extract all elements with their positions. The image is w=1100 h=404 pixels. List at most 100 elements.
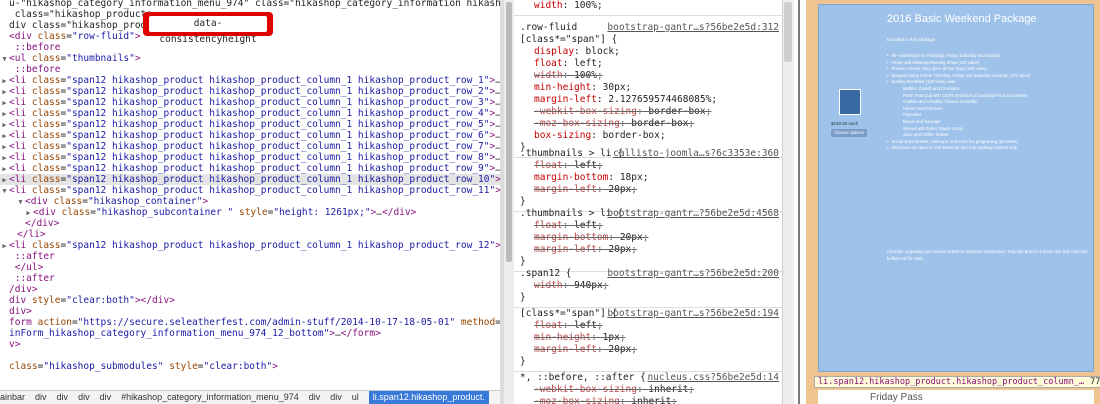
breadcrumb-item[interactable]: ul bbox=[352, 391, 359, 404]
breadcrumb-item[interactable]: div bbox=[57, 391, 69, 404]
css-selector[interactable]: .row-fluid bbox=[520, 22, 577, 34]
css-property-name[interactable]: -webkit-box-sizing bbox=[534, 106, 637, 117]
dom-node[interactable]: </li> bbox=[0, 229, 46, 240]
css-property-name[interactable]: float bbox=[534, 160, 563, 171]
dom-node[interactable]: ▶ <div class="hikashop_subcontainer " sty… bbox=[0, 207, 416, 218]
breadcrumb-item[interactable]: div bbox=[78, 391, 90, 404]
css-selector[interactable]: [class*="span"] { bbox=[520, 308, 617, 320]
dom-scrollbar-thumb[interactable] bbox=[506, 2, 512, 262]
css-property[interactable]: margin-left: 20px; bbox=[534, 184, 637, 196]
breadcrumb-item[interactable]: div bbox=[330, 391, 342, 404]
css-selector[interactable]: .span12 { bbox=[520, 268, 571, 280]
css-property[interactable]: width: 100%; bbox=[534, 0, 603, 12]
css-property-name[interactable]: margin-left bbox=[534, 344, 597, 355]
dom-node[interactable]: ▶ <li class="span12 hikashop_product hika… bbox=[0, 130, 500, 141]
dom-node[interactable]: ::after bbox=[0, 251, 55, 262]
dom-node[interactable]: ▶ <li class="span12 hikashop_product hika… bbox=[0, 75, 500, 86]
dom-node[interactable]: ::after bbox=[0, 273, 55, 284]
css-property-value[interactable]: inherit bbox=[648, 384, 688, 395]
dom-node[interactable]: </div> bbox=[0, 218, 59, 229]
css-property-value[interactable]: 20px bbox=[620, 232, 643, 243]
css-property[interactable]: margin-left: 2.127659574468085%; bbox=[534, 94, 717, 106]
css-property-value[interactable]: border-box bbox=[648, 106, 705, 117]
dom-node[interactable]: ▶ <li class="span12 hikashop_product hika… bbox=[0, 163, 500, 174]
dom-node[interactable]: div> bbox=[0, 306, 32, 317]
css-property-name[interactable]: margin-left bbox=[534, 244, 597, 255]
css-property[interactable]: -webkit-box-sizing: border-box; bbox=[534, 106, 711, 118]
css-property-value[interactable]: block bbox=[586, 46, 615, 57]
css-selector[interactable]: .thumbnails > li { bbox=[520, 148, 623, 160]
css-source-link[interactable]: nucleus.css?56be2e5d:14 bbox=[647, 372, 779, 384]
css-property-name[interactable]: float bbox=[534, 58, 563, 69]
css-property-name[interactable]: min-height bbox=[534, 82, 591, 93]
css-property-name[interactable]: width bbox=[534, 0, 563, 11]
css-property[interactable]: margin-left: 20px; bbox=[534, 244, 637, 256]
css-property-value[interactable]: 30px bbox=[603, 82, 626, 93]
dom-node[interactable]: ▶ <li class="span12 hikashop_product hika… bbox=[0, 119, 500, 130]
breadcrumb-item-active[interactable]: li.span12.hikashop_product. bbox=[368, 391, 489, 404]
dom-node[interactable]: ▶ <li class="span12 hikashop_product hika… bbox=[0, 108, 500, 119]
css-source-link[interactable]: bootstrap-gantr…s?56be2e5d:200 bbox=[607, 268, 779, 280]
dom-node[interactable]: ▶ <li class="span12 hikashop_product hika… bbox=[0, 152, 500, 163]
css-property-value[interactable]: 18px bbox=[620, 172, 643, 183]
css-property-name[interactable]: box-sizing bbox=[534, 130, 591, 141]
css-property-name[interactable]: -moz-box-sizing bbox=[534, 396, 620, 404]
css-property[interactable]: min-height: 30px; bbox=[534, 82, 631, 94]
product-thumbnail[interactable] bbox=[839, 89, 861, 115]
css-property[interactable]: box-sizing: border-box; bbox=[534, 130, 666, 142]
dom-node[interactable]: div style="clear:both"></div> bbox=[0, 295, 175, 306]
css-property[interactable]: margin-bottom: 18px; bbox=[534, 172, 648, 184]
css-property-value[interactable]: border-box bbox=[603, 130, 660, 141]
css-property-name[interactable]: width bbox=[534, 70, 563, 81]
css-property[interactable]: -webkit-box-sizing: inherit; bbox=[534, 384, 694, 396]
product-title[interactable]: 2016 Basic Weekend Package bbox=[887, 13, 1037, 25]
dom-node[interactable]: u-"hikashop_category_information_menu_97… bbox=[0, 0, 500, 9]
dom-node[interactable]: ▼ <li class="span12 hikashop_product hika… bbox=[0, 185, 500, 196]
css-property[interactable]: float: left; bbox=[534, 58, 603, 70]
dom-node[interactable]: </ul> bbox=[0, 262, 44, 273]
css-property[interactable]: width: 940px; bbox=[534, 280, 608, 292]
css-property-name[interactable]: margin-left bbox=[534, 184, 597, 195]
devtools-divider[interactable] bbox=[798, 0, 800, 404]
css-property-name[interactable]: -webkit-box-sizing bbox=[534, 384, 637, 395]
css-source-link[interactable]: bootstrap-gantr…?56be2e5d:4568 bbox=[607, 208, 779, 220]
css-property-value[interactable]: 100% bbox=[574, 70, 597, 81]
next-product-title[interactable]: Friday Pass bbox=[870, 392, 923, 403]
css-property[interactable]: margin-bottom: 20px; bbox=[534, 232, 648, 244]
css-property[interactable]: -moz-box-sizing: border-box; bbox=[534, 118, 694, 130]
css-source-link[interactable]: bootstrap-gantr…s?56be2e5d:312 bbox=[607, 22, 779, 34]
dom-node[interactable] bbox=[0, 350, 9, 361]
css-source-link[interactable]: callisto-joomla…s?6c3353e:360 bbox=[613, 148, 779, 160]
css-selector[interactable]: *, ::before, ::after { bbox=[520, 372, 646, 384]
css-property-value[interactable]: 2.127659574468085% bbox=[608, 94, 711, 105]
css-property-name[interactable]: margin-bottom bbox=[534, 232, 608, 243]
css-property[interactable]: width: 100%; bbox=[534, 70, 603, 82]
css-property-name[interactable]: margin-bottom bbox=[534, 172, 608, 183]
dom-node[interactable]: ▶ <li class="span12 hikashop_product hika… bbox=[0, 97, 500, 108]
dom-node[interactable]: <div class="row-fluid"> bbox=[0, 31, 141, 42]
css-property-value[interactable]: left bbox=[574, 160, 597, 171]
dom-node[interactable]: class="hikashop_submodules" style="clear… bbox=[0, 361, 278, 372]
css-property-name[interactable]: float bbox=[534, 320, 563, 331]
css-source-link[interactable]: bootstrap-gantr…s?56be2e5d:194 bbox=[607, 308, 779, 320]
dom-node[interactable]: inForm_hikashop_category_information_men… bbox=[0, 328, 381, 339]
dom-node[interactable]: ▶ <li class="span12 hikashop_product hika… bbox=[0, 141, 500, 152]
dom-node[interactable]: form action="https://secure.seleatherfes… bbox=[0, 317, 500, 328]
css-property[interactable]: -moz-box-sizing: inherit; bbox=[534, 396, 677, 404]
css-property[interactable]: min-height: 1px; bbox=[534, 332, 626, 344]
css-property-value[interactable]: 940px bbox=[574, 280, 603, 291]
dom-node[interactable]: ▶ <li class="span12 hikashop_product hika… bbox=[0, 86, 500, 97]
dom-node[interactable]: class="hikashop_products_ bbox=[0, 9, 158, 20]
highlighted-element[interactable]: $230.00 each Choose options 2016 Basic W… bbox=[818, 4, 1094, 372]
css-property-value[interactable]: left bbox=[574, 320, 597, 331]
css-selector[interactable]: [class*="span"] { bbox=[520, 34, 617, 46]
dom-node-selected[interactable]: ▶ <li class="span12 hikashop_product hika… bbox=[0, 174, 500, 185]
css-property[interactable]: float: left; bbox=[534, 220, 603, 232]
css-property[interactable]: float: left; bbox=[534, 160, 603, 172]
css-property-name[interactable]: -moz-box-sizing bbox=[534, 118, 620, 129]
css-property-value[interactable]: 1px bbox=[603, 332, 620, 343]
css-property-value[interactable]: left bbox=[574, 58, 597, 69]
breadcrumb-item[interactable]: #hikashop_category_information_menu_974 bbox=[121, 391, 299, 404]
breadcrumb-item[interactable]: div bbox=[35, 391, 47, 404]
css-property-name[interactable]: display bbox=[534, 46, 574, 57]
